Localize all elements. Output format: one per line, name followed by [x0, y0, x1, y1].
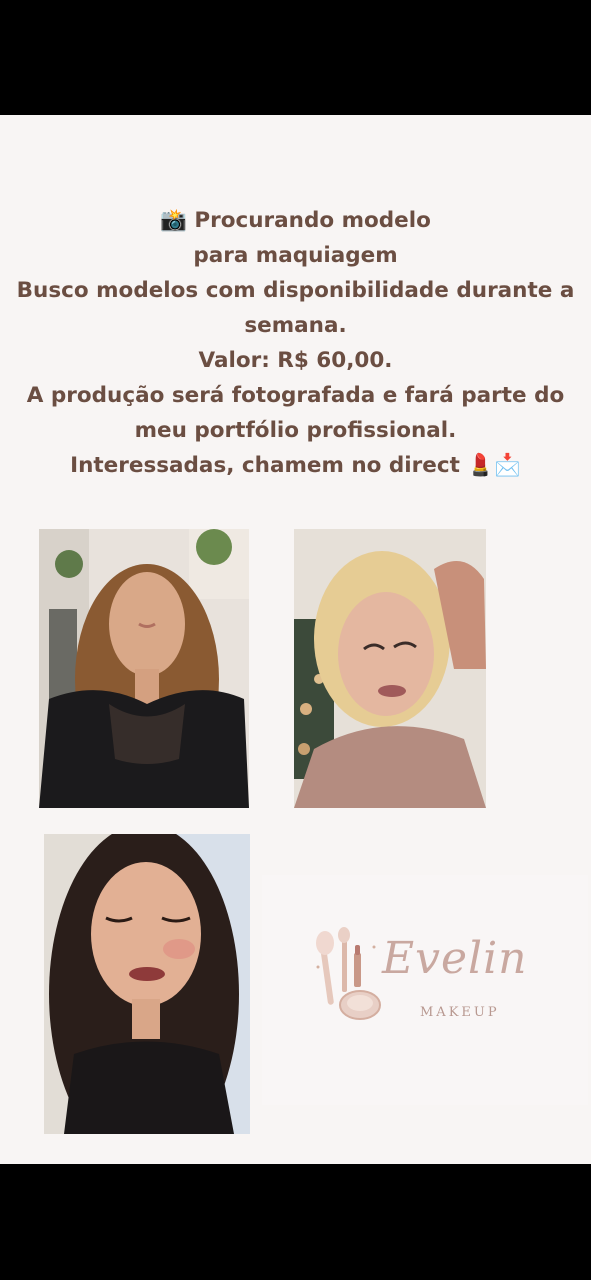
post-line-5: Valor: R$ 60,00. — [198, 348, 393, 373]
post-line-3: Busco modelos com disponibilidade durant… — [16, 278, 575, 303]
post-line-1: 📸 Procurando modelo — [160, 208, 431, 233]
camera-flash-icon: 📸 — [160, 208, 187, 233]
post-line-8: Interessadas, chamem no direct 💄📩 — [70, 453, 521, 478]
post-line-2: para maquiagem — [193, 243, 398, 268]
post-line-6: A produção será fotografada e fará parte… — [26, 383, 565, 408]
post-text: 📸 Procurando modelo para maquiagem Busco… — [0, 203, 591, 483]
lipstick-envelope-icon: 💄📩 — [467, 453, 521, 478]
logo-subtitle: MAKEUP — [420, 1005, 500, 1020]
post-line-7: meu portfólio profissional. — [134, 418, 457, 443]
makeup-brushes-icon — [316, 927, 381, 1020]
model-photo-1 — [39, 529, 249, 808]
story-content: 📸 Procurando modelo para maquiagem Busco… — [0, 115, 591, 1164]
evelin-makeup-logo: Evelin MAKEUP — [262, 875, 588, 1105]
post-line-4: semana. — [244, 313, 347, 338]
model-photo-3 — [44, 834, 250, 1134]
top-black-bar — [0, 0, 591, 115]
logo-name: Evelin — [382, 933, 528, 984]
bottom-black-bar — [0, 1164, 591, 1280]
model-photo-2 — [294, 529, 486, 808]
